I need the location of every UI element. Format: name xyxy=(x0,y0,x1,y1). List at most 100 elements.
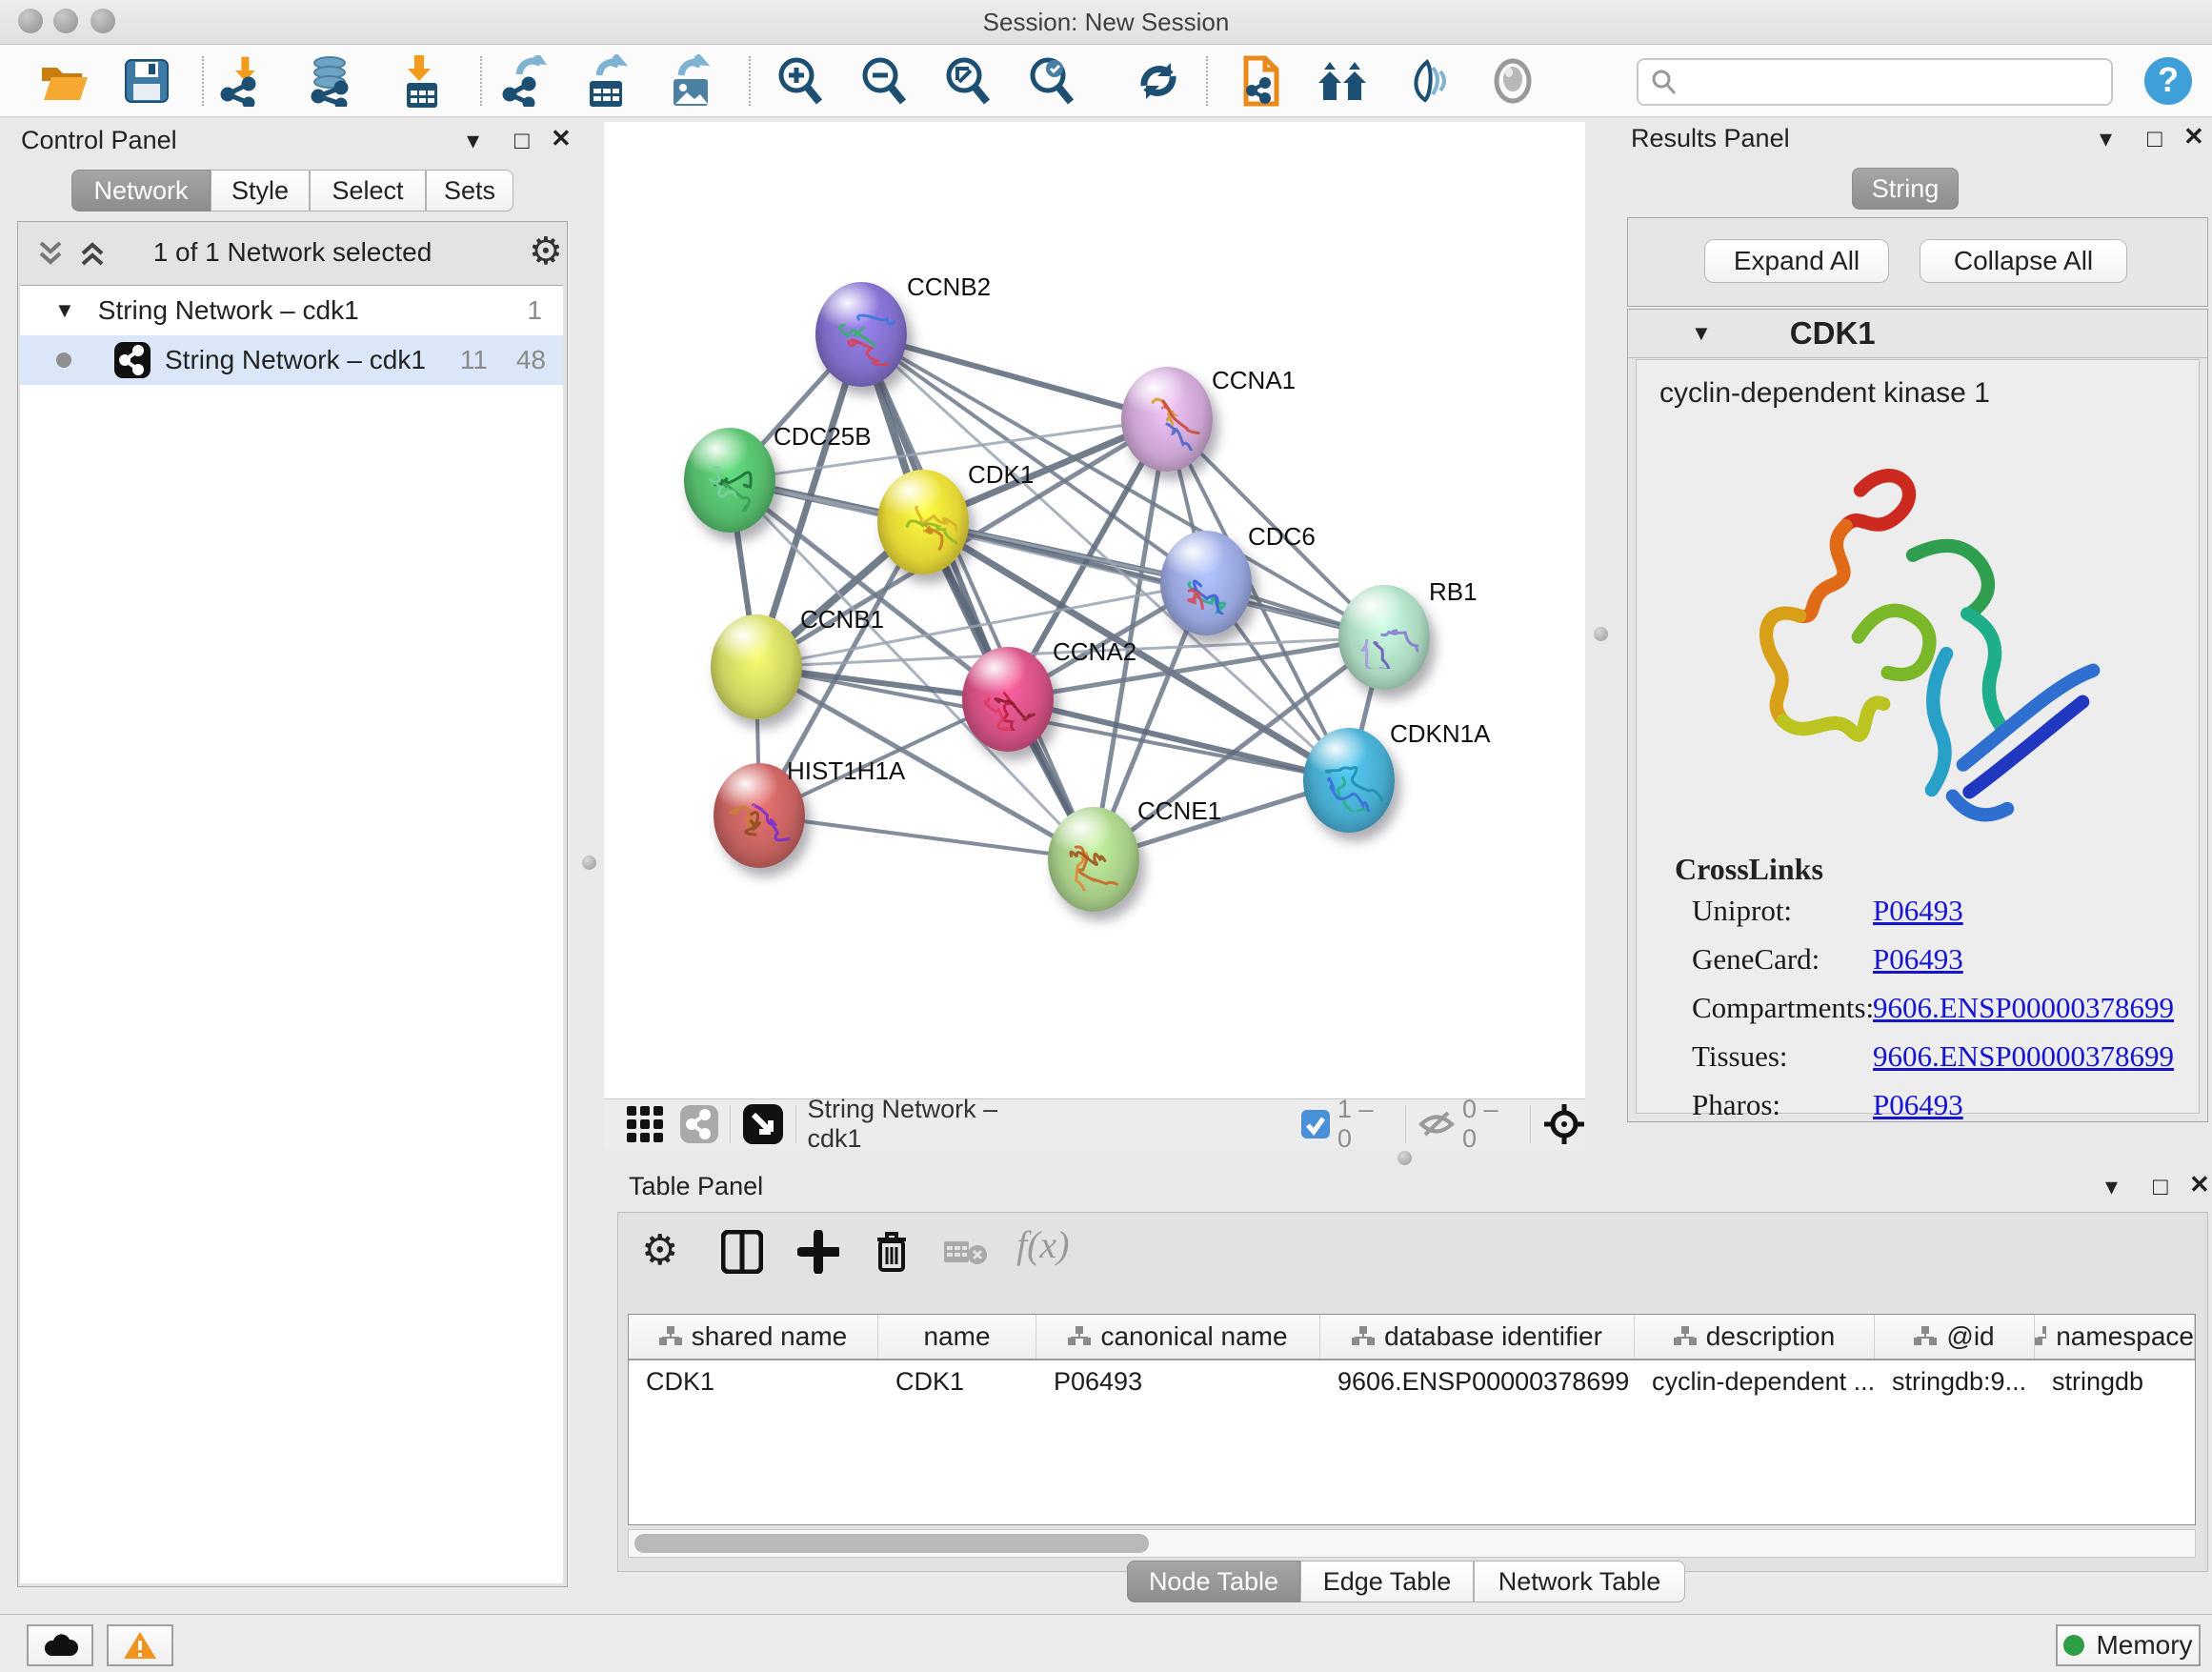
crosslink-link[interactable]: P06493 xyxy=(1873,894,1963,928)
float-panel-icon[interactable]: ▾ xyxy=(2105,1172,2118,1201)
crosslink-label: Uniprot: xyxy=(1692,894,1792,928)
network-collection-row[interactable]: ▼ String Network – cdk1 1 xyxy=(20,286,563,335)
column-header-description[interactable]: description xyxy=(1635,1315,1875,1359)
delete-table-icon xyxy=(944,1238,988,1268)
float-panel-icon[interactable]: ▾ xyxy=(2100,124,2112,153)
table-cell[interactable]: stringdb xyxy=(2035,1367,2195,1397)
column-header-namespace[interactable]: namespace xyxy=(2035,1315,2195,1359)
hide-glass-eye-button[interactable] xyxy=(1400,54,1454,108)
gray-eye-button[interactable] xyxy=(1486,54,1539,108)
add-column-plus-icon[interactable] xyxy=(797,1230,839,1274)
table-row[interactable]: CDK1CDK1P064939606.ENSP00000378699cyclin… xyxy=(629,1360,2195,1402)
save-session-button[interactable] xyxy=(120,54,173,108)
expand-all-button[interactable]: Expand All xyxy=(1704,239,1889,283)
delete-column-trash-icon[interactable] xyxy=(872,1228,912,1274)
tab-select[interactable]: Select xyxy=(310,170,426,212)
network-node-CCNA1[interactable] xyxy=(1121,367,1213,472)
collapse-arrow-icon[interactable]: ▼ xyxy=(1691,321,1712,346)
string-homes-button[interactable] xyxy=(1317,54,1370,108)
memory-button[interactable]: Memory xyxy=(2056,1624,2201,1666)
collapse-arrow-icon[interactable]: ▼ xyxy=(54,298,75,323)
apply-layout-button[interactable] xyxy=(1132,54,1185,108)
table-cell[interactable]: stringdb:9... xyxy=(1875,1367,2035,1397)
bottom-splitter-handle[interactable] xyxy=(1398,1151,1412,1165)
crosslink-link[interactable]: 9606.ENSP00000378699 xyxy=(1873,1039,2174,1074)
maximize-panel-icon[interactable]: □ xyxy=(2153,1172,2168,1201)
column-header-shared-name[interactable]: shared name xyxy=(629,1315,878,1359)
column-header-name[interactable]: name xyxy=(878,1315,1036,1359)
network-node-CCNB1[interactable] xyxy=(711,614,802,719)
close-panel-icon[interactable]: ✕ xyxy=(2189,1170,2210,1199)
network-row[interactable]: String Network – cdk1 11 48 xyxy=(20,335,563,385)
grid-view-icon[interactable] xyxy=(625,1104,664,1144)
right-splitter-handle[interactable] xyxy=(1594,627,1608,641)
import-table-button[interactable] xyxy=(394,54,448,108)
column-header--id[interactable]: @id xyxy=(1875,1315,2035,1359)
tab-sets[interactable]: Sets xyxy=(426,170,513,212)
table-cell[interactable]: P06493 xyxy=(1036,1367,1320,1397)
zoom-fit-button[interactable] xyxy=(941,54,995,108)
collapse-all-button[interactable]: Collapse All xyxy=(1920,239,2127,283)
column-header-database-identifier[interactable]: database identifier xyxy=(1320,1315,1635,1359)
open-session-button[interactable] xyxy=(38,54,91,108)
warning-status-button[interactable] xyxy=(107,1624,173,1666)
selected-checkbox-icon[interactable] xyxy=(1300,1109,1330,1139)
node-label-RB1: RB1 xyxy=(1429,577,1478,607)
crosslinks-list: Uniprot:P06493GeneCard:P06493Compartment… xyxy=(1637,894,2199,1113)
hidden-eye-slash-icon[interactable] xyxy=(1418,1108,1455,1140)
string-import-document-button[interactable] xyxy=(1233,54,1286,108)
toolbar-separator xyxy=(1206,56,1208,106)
network-node-CDK1[interactable] xyxy=(877,470,969,574)
network-node-CCNB2[interactable] xyxy=(815,282,907,387)
zoom-selected-button[interactable] xyxy=(1025,54,1078,108)
maximize-panel-icon[interactable]: □ xyxy=(514,126,530,155)
zoom-in-button[interactable] xyxy=(774,54,827,108)
export-network-button[interactable] xyxy=(499,54,553,108)
import-network-button[interactable] xyxy=(217,54,271,108)
network-canvas[interactable]: CCNB2CCNA1CDC25BCDK1CDC6RB1CCNB1CCNA2CDK… xyxy=(604,122,1585,1098)
tab-string[interactable]: String xyxy=(1852,168,1959,210)
network-options-gear-icon[interactable]: ⚙ xyxy=(529,230,563,273)
network-node-RB1[interactable] xyxy=(1338,585,1430,690)
table-cell[interactable]: cyclin-dependent ... xyxy=(1635,1367,1875,1397)
tab-edge-table[interactable]: Edge Table xyxy=(1300,1561,1474,1602)
toolbar-separator xyxy=(749,56,751,106)
table-cell[interactable]: CDK1 xyxy=(878,1367,1036,1397)
string-view-icon[interactable] xyxy=(679,1104,718,1144)
gene-section-header[interactable]: ▼ CDK1 xyxy=(1628,310,2207,358)
close-panel-icon[interactable]: ✕ xyxy=(551,124,572,153)
table-settings-gear-icon[interactable]: ⚙ xyxy=(641,1226,678,1275)
tab-network[interactable]: Network xyxy=(71,170,211,212)
float-panel-icon[interactable]: ▾ xyxy=(467,126,479,155)
network-node-CCNA2[interactable] xyxy=(962,647,1054,752)
show-columns-icon[interactable] xyxy=(721,1230,763,1274)
zoom-out-button[interactable] xyxy=(857,54,911,108)
column-header-canonical-name[interactable]: canonical name xyxy=(1036,1315,1320,1359)
help-button[interactable]: ? xyxy=(2142,54,2195,108)
close-panel-icon[interactable]: ✕ xyxy=(2183,122,2204,151)
tab-node-table[interactable]: Node Table xyxy=(1127,1561,1300,1602)
network-node-CDKN1A[interactable] xyxy=(1303,728,1395,833)
crosslink-link[interactable]: P06493 xyxy=(1873,942,1963,977)
export-image-button[interactable] xyxy=(665,54,718,108)
left-splitter-handle[interactable] xyxy=(582,856,596,870)
import-network-from-database-button[interactable] xyxy=(303,54,356,108)
tab-network-table[interactable]: Network Table xyxy=(1474,1561,1685,1602)
birds-eye-view-icon[interactable] xyxy=(742,1103,783,1145)
crosslink-link[interactable]: P06493 xyxy=(1873,1088,1963,1122)
crosslink-link[interactable]: 9606.ENSP00000378699 xyxy=(1873,991,2174,1025)
scrollbar-thumb[interactable] xyxy=(634,1534,1149,1553)
maximize-panel-icon[interactable]: □ xyxy=(2147,124,2162,153)
horizontal-scrollbar[interactable] xyxy=(628,1529,2196,1558)
cloud-status-button[interactable] xyxy=(27,1624,93,1666)
table-cell[interactable]: CDK1 xyxy=(629,1367,878,1397)
fit-selected-crosshair-icon[interactable] xyxy=(1542,1102,1585,1146)
tab-style[interactable]: Style xyxy=(211,170,310,212)
table-cell[interactable]: 9606.ENSP00000378699 xyxy=(1320,1367,1635,1397)
network-node-CCNE1[interactable] xyxy=(1048,807,1139,912)
export-table-button[interactable] xyxy=(581,54,634,108)
search-input[interactable] xyxy=(1686,67,2111,98)
network-view-toolbar: String Network – cdk1 1 – 0 0 – 0 xyxy=(604,1098,1585,1149)
network-node-CDC6[interactable] xyxy=(1160,531,1252,635)
network-node-CDC25B[interactable] xyxy=(684,428,775,533)
